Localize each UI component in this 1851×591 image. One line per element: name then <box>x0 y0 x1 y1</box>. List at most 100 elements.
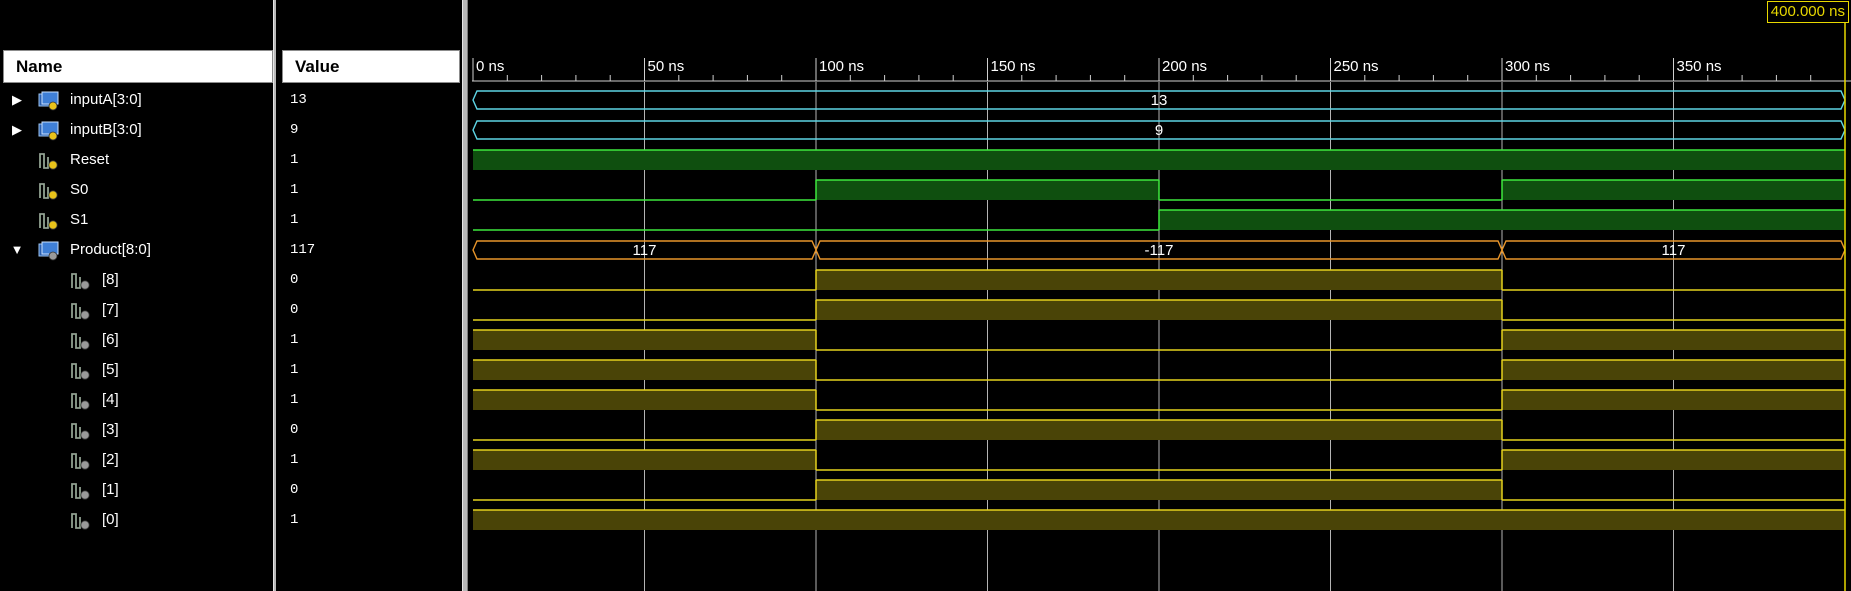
time-ruler[interactable]: 0 ns 50 ns 100 ns 150 ns 200 ns 250 ns 300 ns 3… <box>472 58 1851 82</box>
signal-name-label: [4] <box>102 391 119 408</box>
signal-value-4: 1 <box>290 392 299 408</box>
signal-value-7: 0 <box>290 302 299 318</box>
cursor-time-label: 400.000 ns <box>1766 1 1849 23</box>
value-column-header[interactable]: Value <box>282 50 460 83</box>
bit-high-fill <box>1502 330 1845 350</box>
ruler-tick-label: 300 ns <box>1505 58 1550 75</box>
signal-value-s1: 1 <box>290 212 299 228</box>
waveform-reset[interactable] <box>473 149 1845 170</box>
signal-name-label: [8] <box>102 271 119 288</box>
bit-output-icon <box>70 391 92 411</box>
bit-high-fill <box>1502 390 1845 410</box>
signal-value-s0: 1 <box>290 182 299 198</box>
waveform-s1[interactable] <box>473 209 1845 231</box>
value-wave-splitter[interactable] <box>462 0 468 591</box>
signal-name-label: [7] <box>102 301 119 318</box>
waveform-1[interactable] <box>473 479 1845 501</box>
waveform-canvas[interactable]: 0 ns 50 ns 100 ns 150 ns 200 ns 250 ns 300 ns 3… <box>472 0 1851 591</box>
expand-arrow-icon[interactable]: ▶ <box>10 115 24 145</box>
bit-high-fill <box>473 360 816 380</box>
signal-value-1: 0 <box>290 482 299 498</box>
waveform-inputa-3-0[interactable]: 13 <box>472 90 1846 110</box>
ruler-tick-label: 150 ns <box>991 58 1036 75</box>
ruler-tick-label: 200 ns <box>1162 58 1207 75</box>
bit-input-icon <box>38 181 60 201</box>
signal-row-inputb-3-0[interactable]: ▶ inputB[3:0] <box>0 115 270 145</box>
signal-value-reset: 1 <box>290 152 299 168</box>
signal-row-s1[interactable]: S1 <box>0 205 270 235</box>
collapse-arrow-icon[interactable]: ▼ <box>10 235 24 265</box>
waveform-7[interactable] <box>473 299 1845 321</box>
bit-high-fill <box>816 420 1502 440</box>
bit-output-icon <box>70 481 92 501</box>
bit-high-fill <box>473 330 816 350</box>
waveform-s0[interactable] <box>473 179 1845 201</box>
bus-segment-value: 9 <box>1155 122 1163 139</box>
bit-input-icon <box>38 151 60 171</box>
bus-segment-value: 117 <box>1662 242 1686 259</box>
bus-input-icon <box>38 121 60 141</box>
bit-output-icon <box>70 421 92 441</box>
waveform-3[interactable] <box>473 419 1845 441</box>
waveform-product-8-0[interactable]: 117 -117 117 <box>472 240 1846 260</box>
signal-name-panel: Name ▶ inputA[3:0] ▶ inputB[3:0] Reset S0… <box>0 0 276 591</box>
signal-name-label: inputB[3:0] <box>70 121 142 138</box>
bit-input-icon <box>38 211 60 231</box>
ruler-tick-label: 0 ns <box>476 58 504 75</box>
bit-high-fill <box>816 180 1159 200</box>
bus-output-icon <box>38 241 60 261</box>
signal-row-0[interactable]: [0] <box>0 505 270 535</box>
ruler-tick-label: 100 ns <box>819 58 864 75</box>
waveform-panel[interactable]: 0 ns 50 ns 100 ns 150 ns 200 ns 250 ns 300 ns 3… <box>472 0 1851 591</box>
expand-arrow-icon[interactable]: ▶ <box>10 85 24 115</box>
signal-row-3[interactable]: [3] <box>0 415 270 445</box>
bit-output-icon <box>70 331 92 351</box>
bit-high-fill <box>1502 180 1845 200</box>
bit-high-fill <box>473 510 1845 530</box>
ruler-tick-label: 250 ns <box>1334 58 1379 75</box>
bus-segment-value: -117 <box>1145 242 1174 259</box>
signal-name-label: Reset <box>70 151 110 168</box>
signal-row-7[interactable]: [7] <box>0 295 270 325</box>
signal-row-4[interactable]: [4] <box>0 385 270 415</box>
signal-value-product-8-0: 117 <box>290 242 316 258</box>
signal-row-s0[interactable]: S0 <box>0 175 270 205</box>
signal-value-0: 1 <box>290 512 299 528</box>
ruler-tick-label: 50 ns <box>648 58 685 75</box>
bus-segment-value: 117 <box>633 242 657 259</box>
bit-high-fill <box>1159 210 1845 230</box>
bit-output-icon <box>70 451 92 471</box>
signal-name-label: [2] <box>102 451 119 468</box>
bus-input-icon <box>38 91 60 111</box>
signal-value-8: 0 <box>290 272 299 288</box>
signal-value-5: 1 <box>290 362 299 378</box>
signal-name-label: [1] <box>102 481 119 498</box>
bit-output-icon <box>70 361 92 381</box>
ruler-tick-label: 350 ns <box>1677 58 1722 75</box>
name-column-header[interactable]: Name <box>3 50 273 83</box>
waveform-0[interactable] <box>473 509 1845 530</box>
signal-row-2[interactable]: [2] <box>0 445 270 475</box>
signal-row-1[interactable]: [1] <box>0 475 270 505</box>
signal-name-label: [0] <box>102 511 119 528</box>
bit-high-fill <box>816 480 1502 500</box>
bit-high-fill <box>816 300 1502 320</box>
signal-value-inputb-3-0: 9 <box>290 122 299 138</box>
signal-row-6[interactable]: [6] <box>0 325 270 355</box>
signal-row-8[interactable]: [8] <box>0 265 270 295</box>
signal-name-label: [5] <box>102 361 119 378</box>
waveform-8[interactable] <box>473 269 1845 291</box>
bit-high-fill <box>1502 360 1845 380</box>
signal-row-product-8-0[interactable]: ▼ Product[8:0] <box>0 235 270 265</box>
signal-value-inputa-3-0: 13 <box>290 92 307 108</box>
signal-name-label: S1 <box>70 211 89 228</box>
waveform-inputb-3-0[interactable]: 9 <box>472 120 1846 140</box>
signal-row-reset[interactable]: Reset <box>0 145 270 175</box>
signal-row-5[interactable]: [5] <box>0 355 270 385</box>
signal-name-label: [6] <box>102 331 119 348</box>
signal-value-2: 1 <box>290 452 299 468</box>
bit-high-fill <box>473 450 816 470</box>
signal-row-inputa-3-0[interactable]: ▶ inputA[3:0] <box>0 85 270 115</box>
bit-high-fill <box>816 270 1502 290</box>
waveform-viewer: Name ▶ inputA[3:0] ▶ inputB[3:0] Reset S0… <box>0 0 1851 591</box>
